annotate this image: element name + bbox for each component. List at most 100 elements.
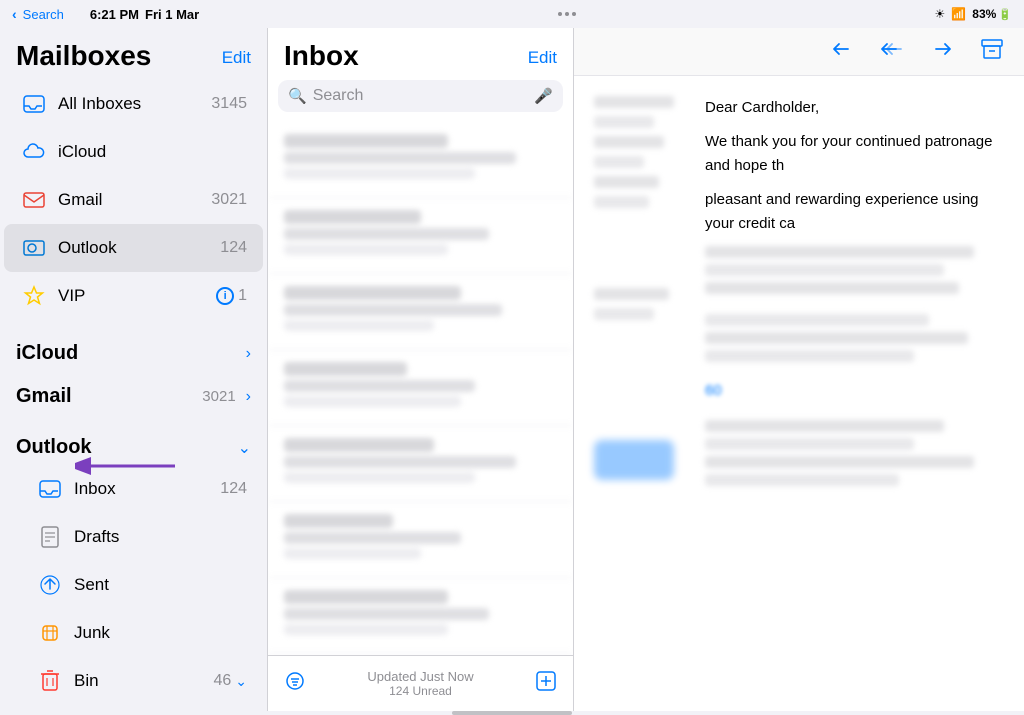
email-body-columns: Dear Cardholder, We thank you for your c… (594, 96, 1004, 486)
search-bar[interactable]: 🔍 Search 🎤 (278, 80, 563, 112)
vip-info-icon: i (216, 287, 234, 305)
sidebar-item-outlook[interactable]: Outlook 124 (4, 224, 263, 272)
gmail-section-title: Gmail (16, 385, 72, 408)
filter-button[interactable] (284, 672, 306, 696)
sidebar-item-all-inboxes[interactable]: All Inboxes 3145 (4, 80, 263, 128)
email-right-column: Dear Cardholder, We thank you for your c… (705, 96, 1004, 486)
home-indicator (452, 711, 572, 715)
sidebar-item-bin-sub[interactable]: Bin 46 ⌄ (4, 657, 263, 705)
icloud-section-header[interactable]: iCloud › (0, 328, 267, 371)
battery-percent: 83% (972, 7, 996, 21)
email-greeting: Dear Cardholder, (705, 96, 1004, 120)
sidebar-item-inbox-sub[interactable]: Inbox 124 (4, 465, 263, 513)
wifi-icon: 📶 (951, 7, 966, 21)
inbox-panel-title: Inbox (284, 40, 359, 72)
status-bar-left: ‹ Search 6:21 PM Fri 1 Mar (12, 6, 199, 22)
mic-icon[interactable]: 🎤 (534, 87, 553, 105)
outlook-icon (20, 234, 48, 262)
inbox-status: Updated Just Now 124 Unread (367, 669, 473, 698)
icloud-icon (20, 138, 48, 166)
sidebar-item-junk-sub[interactable]: Junk (4, 609, 263, 657)
star-icon (20, 282, 48, 310)
back-arrow-icon[interactable]: ‹ (12, 6, 17, 22)
gmail-section-count: 3021 (202, 388, 235, 405)
back-toolbar-button[interactable] (828, 38, 854, 66)
sidebar-item-drafts-sub-label: Drafts (74, 527, 247, 547)
inbox-sub-icon (36, 475, 64, 503)
battery-indicator: 83% 🔋 (972, 7, 1012, 21)
sent-icon (36, 571, 64, 599)
email-item-4[interactable] (268, 350, 573, 426)
sidebar-edit-button[interactable]: Edit (222, 48, 251, 68)
sidebar-item-all-inboxes-label: All Inboxes (58, 94, 211, 114)
bin-icon (36, 667, 64, 695)
status-time: 6:21 PM (90, 7, 139, 22)
email-item-1[interactable] (268, 122, 573, 198)
sidebar-item-junk-sub-label: Junk (74, 623, 247, 643)
sidebar-item-vip-label: VIP (58, 286, 216, 306)
status-bar: ‹ Search 6:21 PM Fri 1 Mar ☀ 📶 83% 🔋 (0, 0, 1024, 28)
compose-button[interactable] (535, 670, 557, 698)
email-item-7[interactable] (268, 578, 573, 654)
sidebar-item-inbox-sub-label: Inbox (74, 479, 220, 499)
email-left-column (594, 96, 689, 486)
email-list (268, 122, 573, 655)
status-bar-right: ☀ 📶 83% 🔋 (935, 7, 1012, 21)
panel-dots (558, 12, 576, 16)
email-body: Dear Cardholder, We thank you for your c… (574, 76, 1024, 711)
reply-all-toolbar-button[interactable] (878, 38, 906, 66)
back-label[interactable]: Search (23, 7, 64, 22)
sidebar-item-sent-sub-label: Sent (74, 575, 247, 595)
email-toolbar (574, 28, 1024, 76)
email-item-2[interactable] (268, 198, 573, 274)
sidebar-item-outlook-label: Outlook (58, 238, 220, 258)
email-body-line2: pleasant and rewarding experience using … (705, 188, 1004, 236)
search-placeholder[interactable]: Search (313, 87, 529, 105)
icloud-chevron-icon: › (246, 345, 251, 363)
sidebar-item-inbox-sub-count: 124 (220, 480, 247, 498)
brightness-icon: ☀ (935, 7, 946, 21)
status-date: Fri 1 Mar (145, 7, 199, 22)
email-item-5[interactable] (268, 426, 573, 502)
forward-toolbar-button[interactable] (930, 38, 956, 66)
email-content-panel: Dear Cardholder, We thank you for your c… (574, 28, 1024, 711)
email-blurred-footer (705, 420, 1004, 486)
search-icon: 🔍 (288, 87, 307, 105)
sidebar-item-icloud[interactable]: iCloud (4, 128, 263, 176)
sidebar-item-gmail[interactable]: Gmail 3021 (4, 176, 263, 224)
sidebar: Mailboxes Edit All Inboxes 3145 iCloud (0, 28, 268, 711)
sidebar-item-vip[interactable]: VIP i 1 (4, 272, 263, 320)
outlook-section-header[interactable]: Outlook ⌄ (0, 422, 267, 465)
bin-chevron-icon: ⌄ (235, 673, 247, 690)
sidebar-item-gmail-label: Gmail (58, 190, 211, 210)
gmail-icon (20, 186, 48, 214)
sidebar-item-sent-sub[interactable]: Sent (4, 561, 263, 609)
gmail-section-header[interactable]: Gmail 3021 › (0, 371, 267, 414)
sidebar-item-drafts-sub[interactable]: Drafts (4, 513, 263, 561)
email-item-6[interactable] (268, 502, 573, 578)
inbox-panel: Inbox Edit 🔍 Search 🎤 (268, 28, 574, 711)
archive-toolbar-button[interactable] (980, 38, 1004, 66)
sidebar-item-all-inboxes-count: 3145 (211, 95, 247, 113)
sidebar-title: Mailboxes (16, 40, 151, 72)
sidebar-item-bin-sub-label: Bin (74, 671, 213, 691)
inbox-updated-text: Updated Just Now (367, 669, 473, 684)
outlook-chevron-icon: ⌄ (238, 438, 251, 458)
inbox-edit-button[interactable]: Edit (528, 48, 557, 68)
outlook-section-title: Outlook (16, 436, 92, 459)
sidebar-header: Mailboxes Edit (0, 28, 267, 80)
sidebar-item-bin-sub-count: 46 (213, 672, 231, 690)
icloud-section-title: iCloud (16, 342, 78, 365)
inbox-panel-header: Inbox Edit (268, 28, 573, 80)
inbox-bottom-bar: Updated Just Now 124 Unread (268, 655, 573, 711)
gmail-chevron-icon: › (246, 388, 251, 406)
sidebar-item-gmail-count: 3021 (211, 191, 247, 209)
home-indicator-area (0, 711, 1024, 715)
inbox-unread-count: 124 Unread (389, 684, 452, 698)
drafts-icon (36, 523, 64, 551)
sidebar-item-vip-count: 1 (238, 287, 247, 305)
inbox-icon (20, 90, 48, 118)
junk-icon (36, 619, 64, 647)
email-body-line1: We thank you for your continued patronag… (705, 130, 1004, 178)
email-item-3[interactable] (268, 274, 573, 350)
